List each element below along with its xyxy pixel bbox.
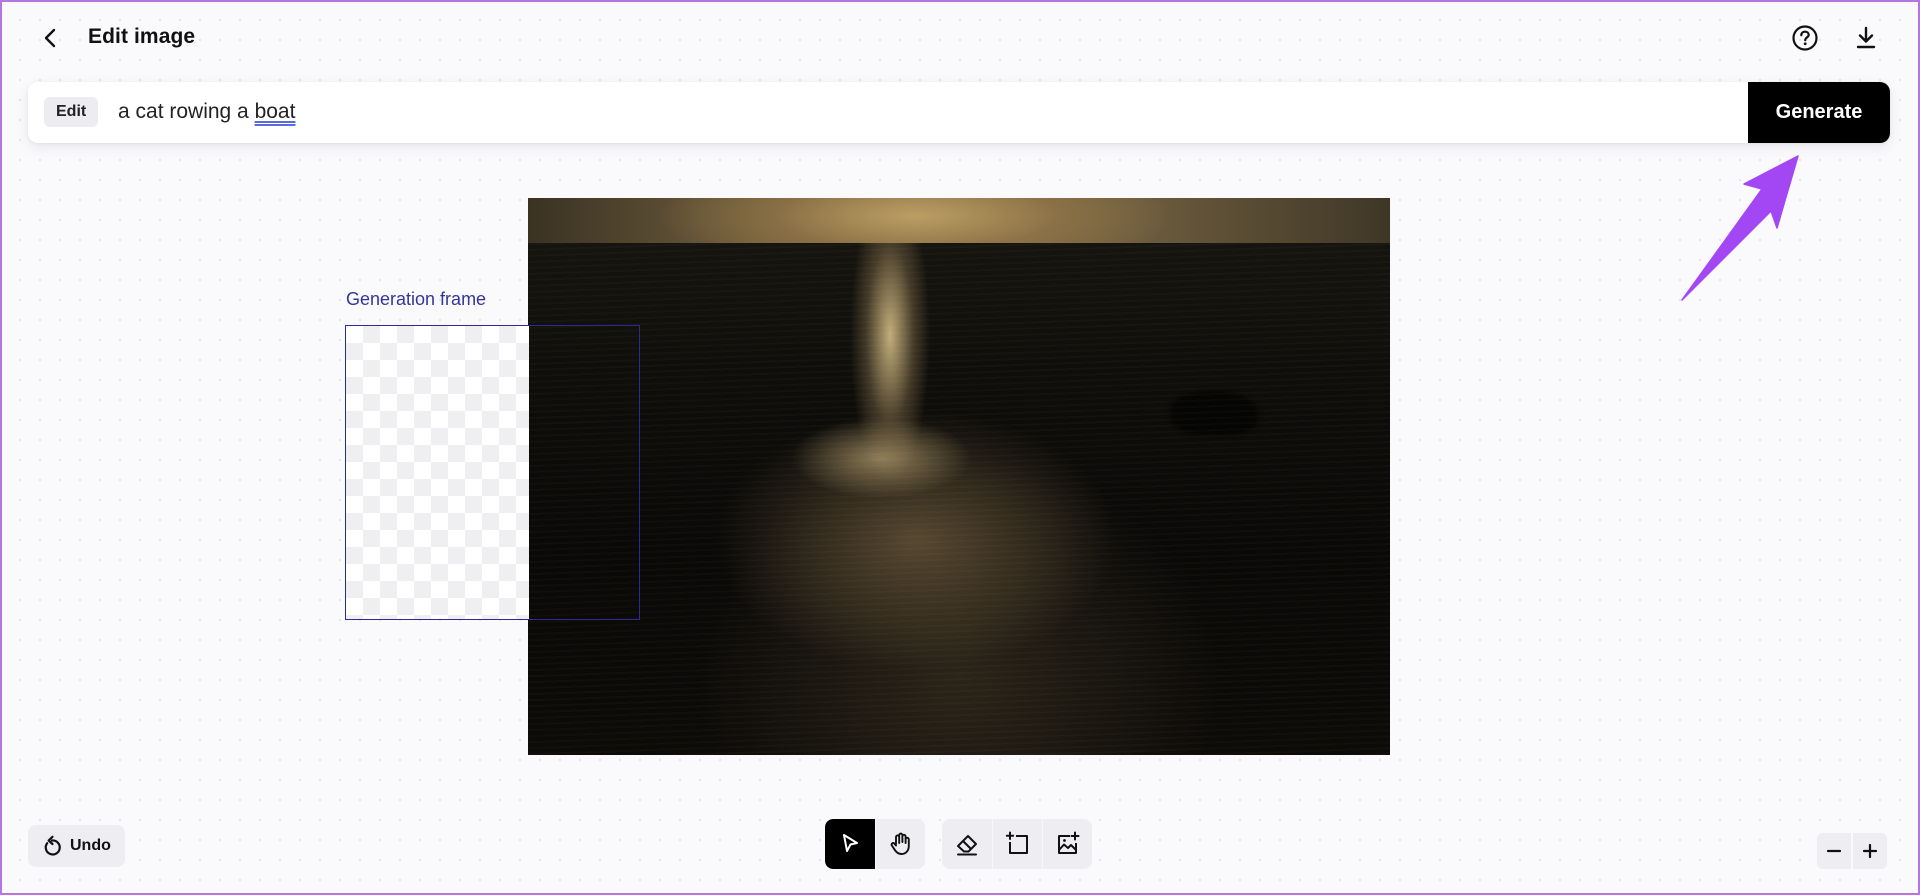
zoom-in-button[interactable] [1853,833,1887,869]
annotation-arrow-icon [1681,155,1799,301]
eraser-tool-button[interactable] [942,819,992,869]
undo-icon [44,835,61,856]
minus-icon [1826,849,1842,853]
add-image-tool-button[interactable] [1042,819,1092,869]
prompt-input[interactable]: a cat rowing a boat [118,94,1418,130]
undo-label: Undo [70,837,111,854]
download-button[interactable] [1850,22,1882,54]
plus-icon [1862,843,1878,859]
image-sea [528,243,1390,755]
add-frame-tool-button[interactable] [992,819,1042,869]
prompt-bar: Edit a cat rowing a boat Generate [28,82,1890,143]
navigation-tool-group [825,819,925,869]
chevron-left-icon [44,28,56,48]
add-frame-icon [1005,831,1028,854]
add-image-icon [1057,831,1079,854]
back-button[interactable] [36,22,64,54]
question-circle-icon [1792,25,1818,51]
generate-button[interactable]: Generate [1748,82,1890,143]
select-tool-button[interactable] [825,819,875,869]
help-button[interactable] [1789,22,1821,54]
pan-tool-button[interactable] [875,819,925,869]
header: Edit image [0,0,1920,76]
mode-chip[interactable]: Edit [44,97,99,127]
undo-button[interactable]: Undo [28,825,125,867]
zoom-controls [1817,833,1887,869]
eraser-icon [957,835,977,856]
edit-tool-group [942,819,1092,869]
generation-frame-label: Generation frame [346,289,487,309]
zoom-out-button[interactable] [1817,833,1851,869]
generation-frame-outline[interactable] [345,325,640,620]
canvas-image[interactable] [528,198,1390,755]
download-icon [1856,26,1876,49]
prompt-text: a cat rowing a [118,100,255,123]
hand-icon [890,832,910,855]
cursor-arrow-icon [843,834,858,852]
image-sky [528,198,1390,243]
image-rock [1170,391,1258,435]
prompt-text-spellcheck-flagged: boat [254,100,296,123]
generation-frame[interactable] [345,325,640,620]
page-title: Edit image [88,25,196,48]
